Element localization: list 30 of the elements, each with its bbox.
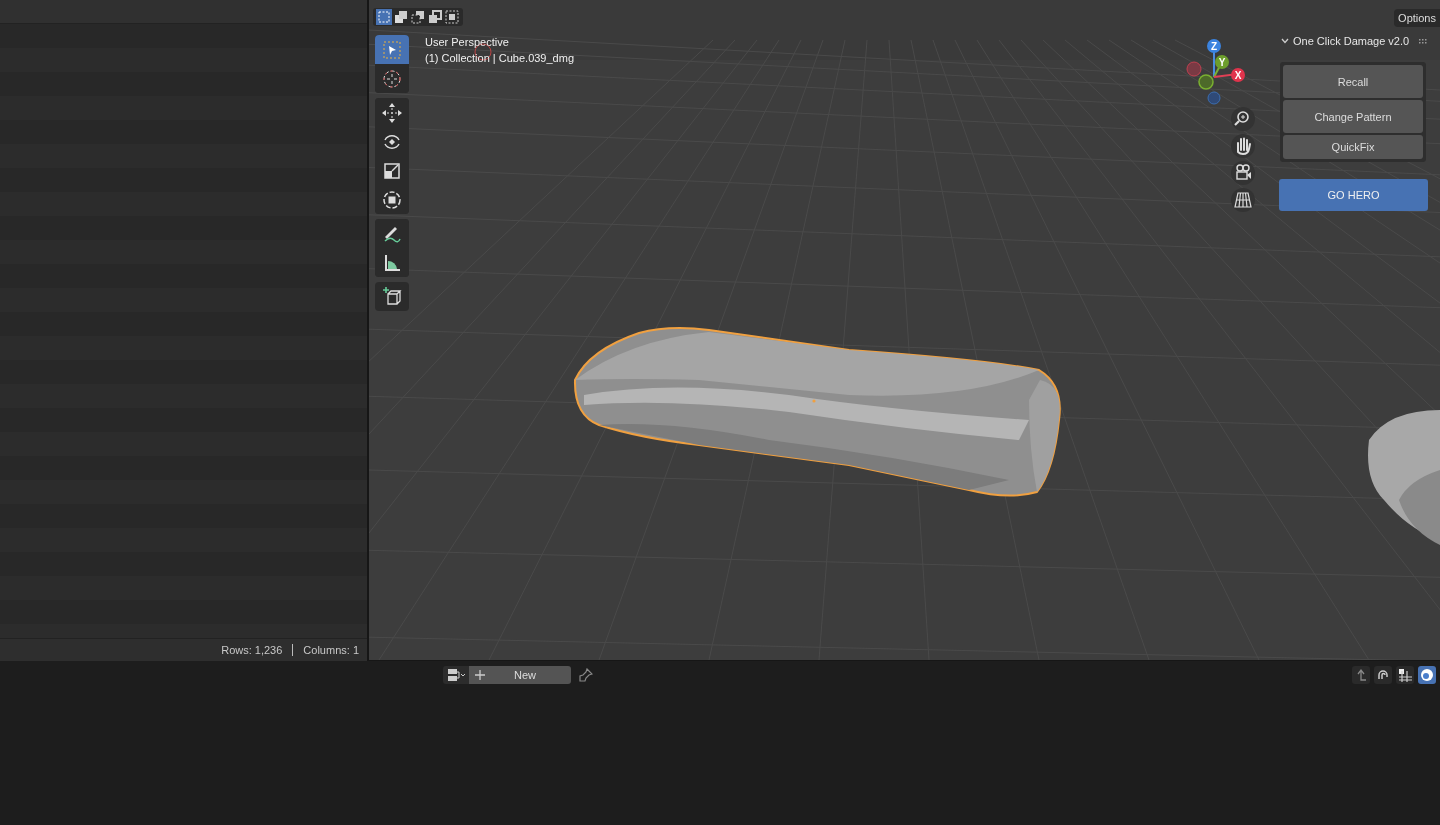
- panel-title: One Click Damage v2.0: [1293, 35, 1411, 47]
- panel-button[interactable]: QuickFix: [1283, 135, 1423, 159]
- select-mode-invert-button[interactable]: [427, 9, 443, 25]
- pivot-grid-toggle[interactable]: [1396, 666, 1414, 684]
- options-button[interactable]: Options: [1394, 9, 1440, 27]
- parent-arrow-toggle[interactable]: [1352, 666, 1370, 684]
- select-mode-subtract-button[interactable]: [410, 9, 426, 25]
- pin-icon[interactable]: [579, 668, 593, 682]
- axis-label: Y: [1218, 57, 1226, 68]
- plus-icon: [475, 670, 485, 680]
- drag-handle-icon[interactable]: [1419, 38, 1428, 44]
- column-count: Columns: 1: [303, 644, 359, 656]
- axis-label: X: [1234, 70, 1242, 81]
- overlay-toggle[interactable]: [1418, 666, 1436, 684]
- pivot-grid-icon: [1397, 667, 1413, 683]
- panel-button[interactable]: Recall: [1283, 65, 1423, 98]
- snap-toggle[interactable]: [1374, 666, 1392, 684]
- object-info: (1) Collection | Cube.039_dmg: [425, 52, 574, 65]
- new-button[interactable]: New: [469, 666, 571, 684]
- overlay-icon: [1419, 667, 1435, 683]
- row-count: Rows: 1,236: [221, 644, 283, 656]
- panel-button[interactable]: Change Pattern: [1283, 100, 1423, 133]
- select-mode-extend-button[interactable]: [393, 9, 409, 25]
- axis-gizmo-drawing[interactable]: [1186, 39, 1245, 105]
- chevron-down-icon[interactable]: [1280, 36, 1290, 46]
- axis-label: Z: [1210, 41, 1218, 52]
- select-mode-intersect-button[interactable]: [444, 9, 460, 25]
- editor-type-button[interactable]: [443, 666, 469, 684]
- go-hero-button[interactable]: GO HERO: [1279, 179, 1428, 211]
- view-name: User Perspective: [425, 36, 510, 49]
